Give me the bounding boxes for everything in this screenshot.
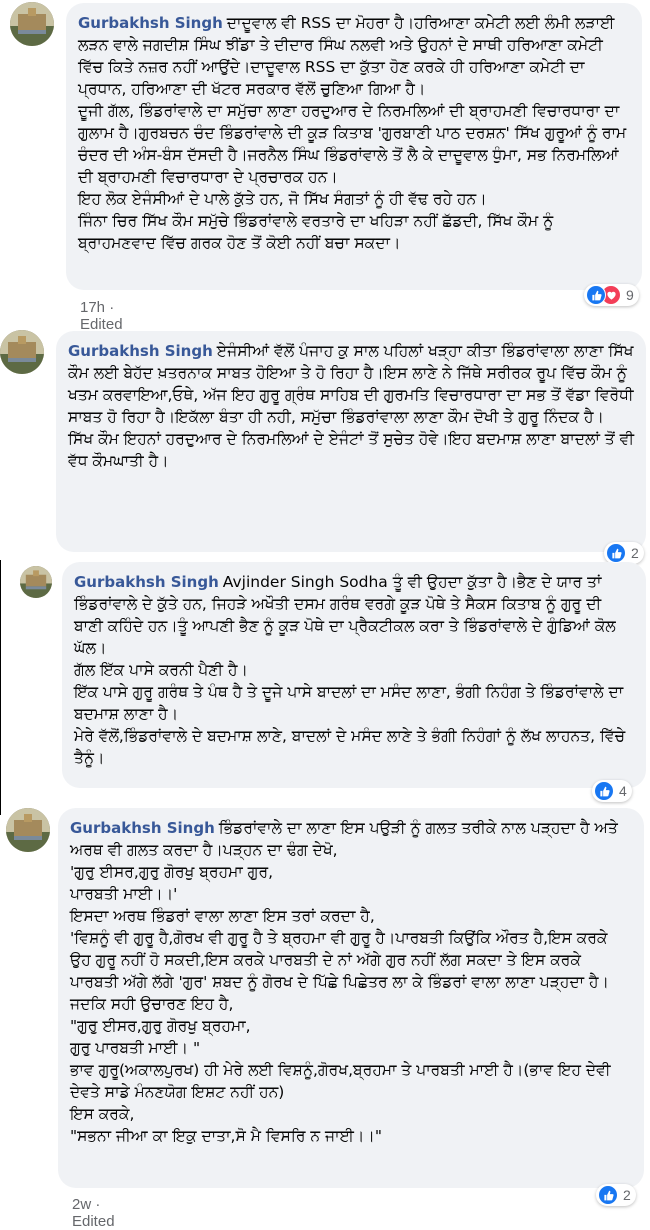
comment-timestamp[interactable]: 2w [72, 1196, 91, 1213]
meta-separator: · [95, 1196, 101, 1213]
thumbs-up-icon [594, 781, 614, 801]
comment-author[interactable]: Gurbakhsh Singh [68, 342, 213, 360]
reaction-count: 9 [626, 287, 634, 303]
page-edge-divider [0, 560, 1, 815]
reaction-count: 2 [623, 1187, 631, 1203]
comment-bubble: Gurbakhsh Singh ਭਿੰਡਰਾਂਵਾਲੇ ਦਾ ਲਾਣਾ ਇਸ ਪਉ… [58, 808, 644, 1188]
avatar[interactable] [20, 566, 52, 598]
reaction-summary[interactable]: 2 [596, 1184, 636, 1206]
comment-bubble: Gurbakhsh Singh ਏਜੰਸੀਆਂ ਵੱਲੋਂ ਪੰਜਾਹ ਕੁ ਸਾ… [56, 331, 646, 552]
reaction-summary[interactable]: 2 [604, 542, 644, 564]
comment-author[interactable]: Gurbakhsh Singh [78, 14, 223, 32]
comment-author[interactable]: Gurbakhsh Singh [70, 819, 215, 837]
edited-label[interactable]: Edited [72, 1213, 115, 1230]
avatar[interactable] [0, 330, 44, 374]
comment-author[interactable]: Gurbakhsh Singh [74, 573, 219, 591]
comment-meta: 17h · Edited [80, 299, 123, 333]
comment-text: ਏਜੰਸੀਆਂ ਵੱਲੋਂ ਪੰਜਾਹ ਕੁ ਸਾਲ ਪਹਿਲਾਂ ਖੜ੍ਹਾ … [68, 342, 634, 470]
reaction-summary[interactable]: 4 [592, 780, 632, 802]
comment-bubble: Gurbakhsh Singh ਦਾਦੂਵਾਲ ਵੀ RSS ਦਾ ਮੋਹਰਾ ਹ… [66, 3, 642, 290]
reaction-summary[interactable]: 9 [584, 284, 639, 306]
meta-separator: · [109, 299, 115, 316]
reaction-count: 2 [631, 545, 639, 561]
avatar[interactable] [6, 808, 50, 852]
comment-timestamp[interactable]: 17h [80, 299, 105, 316]
comment-bubble: Gurbakhsh Singh Avjinder Singh Sodha ਤੂੰ … [62, 562, 646, 788]
thumbs-up-icon [606, 543, 626, 563]
comment-text: Avjinder Singh Sodha ਤੂੰ ਵੀ ਉਹਦਾ ਕੁੱਤਾ ਹ… [74, 573, 626, 767]
reaction-count: 4 [619, 783, 627, 799]
thumbs-up-icon [598, 1185, 618, 1205]
avatar[interactable] [10, 2, 54, 46]
thumbs-up-icon [586, 285, 606, 305]
comment-text: ਦਾਦੂਵਾਲ ਵੀ RSS ਦਾ ਮੋਹਰਾ ਹੈ।ਹਰਿਆਣਾ ਕਮੇਟੀ … [78, 14, 627, 252]
comment-text: ਭਿੰਡਰਾਂਵਾਲੇ ਦਾ ਲਾਣਾ ਇਸ ਪਉੜੀ ਨੂੰ ਗਲਤ ਤਰੀਕ… [70, 819, 618, 1145]
